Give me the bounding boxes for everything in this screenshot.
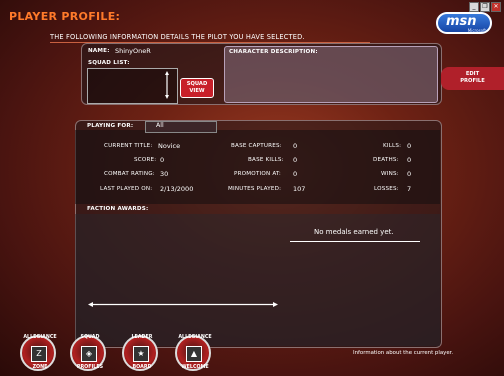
promotion-at-value: 0 — [293, 170, 298, 178]
character-description-label: CHARACTER DESCRIPTION: — [229, 49, 318, 55]
no-medals-text: No medals earned yet. — [314, 228, 394, 236]
badge-bottom-label: PROFILES — [76, 365, 104, 370]
badge-top-label: LEADER — [131, 335, 153, 340]
playing-for-value: All — [156, 122, 164, 129]
wins-value: 0 — [407, 170, 412, 178]
losses-label: LOSSES: — [374, 186, 399, 192]
welcome-icon: ▲ — [186, 346, 202, 362]
losses-value: 7 — [407, 185, 412, 193]
kills-label: KILLS: — [383, 143, 402, 149]
badge-bottom-label: WELCOME — [181, 365, 209, 370]
current-title-label: CURRENT TITLE: — [104, 143, 153, 149]
star-icon: ★ — [133, 346, 149, 362]
msn-logo-sub: Microsoft — [467, 28, 486, 33]
edit-profile-label-2: PROFILE — [460, 78, 485, 84]
allegiance-zone-badge[interactable]: ALLEGIANCE Z ZONE — [20, 335, 57, 371]
character-description-panel[interactable]: CHARACTER DESCRIPTION: — [224, 46, 438, 103]
badge-top-label: ALLEGIANCE — [23, 335, 57, 340]
squad-profiles-icon: ◈ — [81, 346, 97, 362]
squad-view-button[interactable]: SQUAD VIEW — [180, 78, 214, 98]
base-kills-value: 0 — [293, 156, 298, 164]
last-played-label: LAST PLAYED ON: — [100, 186, 153, 192]
edit-profile-button[interactable]: EDIT PROFILE — [441, 67, 504, 90]
badge-top-label: ALLEGIANCE — [178, 335, 212, 340]
deaths-value: 0 — [407, 156, 412, 164]
msn-logo-text: msn — [446, 14, 477, 29]
restore-button[interactable]: ❐ — [480, 2, 490, 12]
badge-top-label: SQUAD — [80, 335, 100, 340]
minimize-button[interactable]: _ — [469, 2, 479, 12]
page-title: PLAYER PROFILE: — [9, 10, 121, 23]
squad-scroll-arrows-icon[interactable] — [165, 71, 169, 99]
base-kills-label: BASE KILLS: — [248, 157, 284, 163]
leader-board-badge[interactable]: LEADER ★ BOARD — [122, 335, 158, 371]
allegiance-welcome-badge[interactable]: ALLEGIANCE ▲ WELCOME — [175, 335, 212, 371]
kills-value: 0 — [407, 142, 412, 150]
minutes-played-value: 107 — [293, 185, 306, 193]
minutes-played-label: MINUTES PLAYED: — [228, 186, 282, 192]
horizontal-scroll-arrows-icon[interactable] — [88, 302, 278, 307]
wins-label: WINS: — [381, 171, 399, 177]
faction-awards-label: FACTION AWARDS: — [87, 206, 149, 212]
score-value: 0 — [160, 156, 165, 164]
msn-logo: msn Microsoft — [436, 12, 492, 34]
playing-for-select[interactable]: All — [145, 121, 217, 133]
badge-bottom-label: BOARD — [132, 365, 152, 370]
name-value: ShinyOneR — [115, 47, 151, 55]
score-label: SCORE: — [134, 157, 157, 163]
base-captures-label: BASE CAPTURES: — [231, 143, 282, 149]
edit-profile-label-1: EDIT — [465, 71, 480, 77]
squad-profiles-badge[interactable]: SQUAD ◈ PROFILES — [70, 335, 106, 371]
stats-background — [75, 130, 440, 204]
close-button[interactable]: ✕ — [491, 2, 501, 12]
intro-text: THE FOLLOWING INFORMATION DETAILS THE PI… — [50, 33, 305, 41]
last-played-value: 2/13/2000 — [160, 185, 194, 193]
status-bar-text: Information about the current player. — [353, 350, 454, 356]
squad-view-label-2: VIEW — [189, 88, 205, 94]
no-medals-underline — [290, 241, 420, 242]
zone-icon: Z — [31, 346, 47, 362]
promotion-at-label: PROMOTION AT: — [234, 171, 282, 177]
combat-rating-label: COMBAT RATING: — [104, 171, 155, 177]
no-medals-message: No medals earned yet. — [290, 226, 430, 242]
current-title-value: Novice — [158, 142, 181, 150]
name-label: NAME: — [88, 48, 110, 54]
window-controls: _ ❐ ✕ — [469, 2, 501, 12]
badge-bottom-label: ZONE — [32, 365, 48, 370]
squad-view-label-1: SQUAD — [186, 81, 208, 87]
squad-list-label: SQUAD LIST: — [88, 60, 130, 66]
deaths-label: DEATHS: — [373, 157, 399, 163]
playing-for-label: PLAYING FOR: — [87, 123, 134, 129]
base-captures-value: 0 — [293, 142, 298, 150]
combat-rating-value: 30 — [160, 170, 169, 178]
